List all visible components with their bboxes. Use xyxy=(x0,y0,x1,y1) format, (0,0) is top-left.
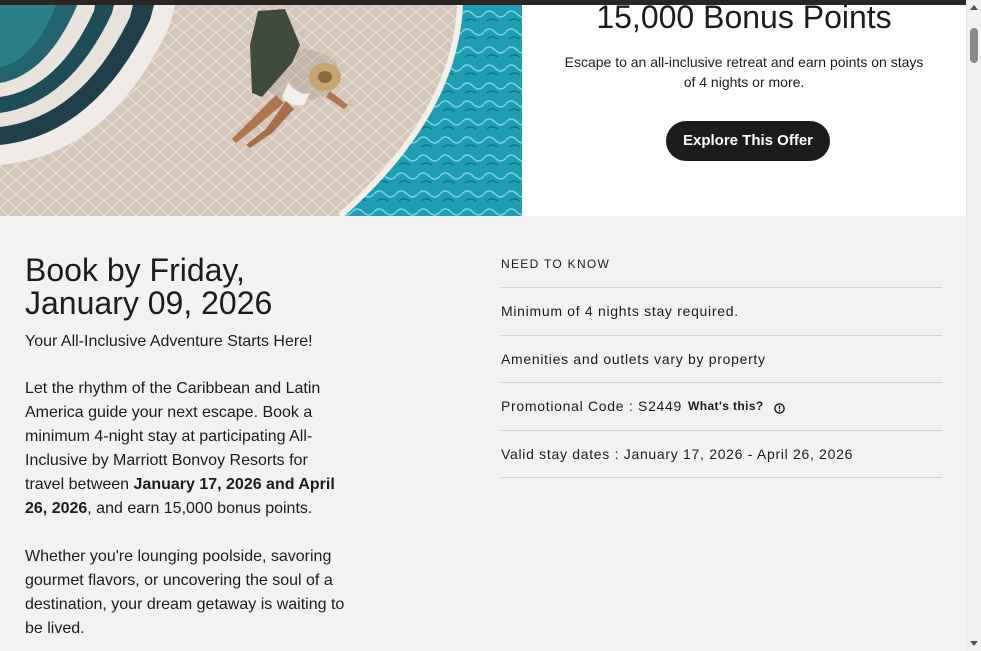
list-item: Minimum of 4 nights stay required. xyxy=(501,288,942,336)
list-item: Valid stay dates : January 17, 2026 - Ap… xyxy=(501,431,942,478)
list-item: Amenities and outlets vary by property xyxy=(501,336,942,383)
scroll-up-arrow-icon[interactable] xyxy=(970,5,978,10)
list-item-text: Valid stay dates : January 17, 2026 - Ap… xyxy=(501,445,854,462)
offer-description: Escape to an all-inclusive retreat and e… xyxy=(564,54,924,90)
info-circle-icon[interactable] xyxy=(773,401,785,414)
scrollbar-thumb[interactable] xyxy=(970,28,978,63)
list-item-text: Amenities and outlets vary by property xyxy=(501,350,766,367)
vertical-scrollbar[interactable] xyxy=(966,0,981,651)
whats-this-link[interactable]: What's this? xyxy=(688,399,764,413)
list-item-text: Promotional Code : S2449 xyxy=(501,398,683,415)
offer-panel: 15,000 Bonus Points Escape to an all-inc… xyxy=(522,0,966,216)
explore-offer-button[interactable]: Explore This Offer xyxy=(666,121,830,161)
need-to-know-heading: NEED TO KNOW xyxy=(501,257,611,271)
book-by-title: Book by Friday, January 09, 2026 xyxy=(25,252,273,321)
offer-paragraph-2: Whether you're lounging poolside, savori… xyxy=(25,548,345,637)
offer-subtitle: Your All-Inclusive Adventure Starts Here… xyxy=(25,333,313,350)
hero-image xyxy=(0,5,522,216)
list-item-text: Minimum of 4 nights stay required. xyxy=(501,303,739,320)
hero-banner: 15,000 Bonus Points Escape to an all-inc… xyxy=(0,0,966,216)
offer-paragraph-1: Let the rhythm of the Caribbean and Lati… xyxy=(25,377,345,521)
offer-details: Book by Friday, January 09, 2026 Your Al… xyxy=(0,216,966,651)
list-item: Promotional Code : S2449 What's this? xyxy=(501,383,942,431)
need-to-know-list: Minimum of 4 nights stay required. Ameni… xyxy=(501,287,942,478)
offer-title: 15,000 Bonus Points xyxy=(596,0,892,35)
paragraph-text: , and earn 15,000 bonus points. xyxy=(87,500,313,517)
scroll-down-arrow-icon[interactable] xyxy=(970,641,978,646)
